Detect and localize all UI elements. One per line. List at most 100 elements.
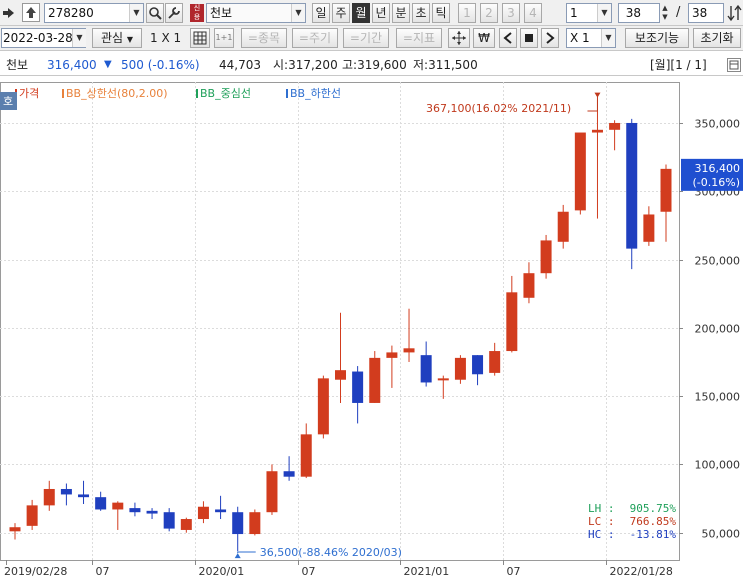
candle-body [352, 371, 364, 403]
chevron-down-icon[interactable]: ▼ [601, 29, 615, 47]
minute-button-3[interactable]: 3 [502, 3, 520, 23]
period-button-6[interactable]: 틱 [432, 3, 450, 23]
aux-functions-button[interactable]: 보조기능 [625, 28, 689, 48]
stat-hc-label: HC : [588, 528, 615, 541]
candle-body [540, 240, 552, 274]
candle-body [112, 502, 124, 510]
period-button-1[interactable]: 주 [332, 3, 350, 23]
x-tick-label: 2021/01 [404, 565, 450, 578]
candle-body [266, 471, 278, 513]
period-button-0[interactable]: 일 [312, 3, 330, 23]
period-button-2[interactable]: 월 [352, 3, 370, 23]
x-tick-label: 2019/02/28 [4, 565, 67, 578]
y-tick-label: 100,000 [695, 459, 741, 472]
candle-body [609, 122, 621, 130]
wrench-icon[interactable] [165, 3, 183, 23]
minute-button-4[interactable]: 4 [524, 3, 542, 23]
candle-body [557, 211, 569, 242]
minute-button-1[interactable]: 1 [458, 3, 476, 23]
lock-toggle-icon[interactable] [22, 3, 40, 22]
crosshair-icon[interactable] [448, 28, 470, 48]
minute-button-2[interactable]: 2 [480, 3, 498, 23]
candle-body [437, 378, 449, 381]
chevron-down-icon[interactable]: ▼ [72, 29, 86, 47]
stat-lc-label: LC : [588, 515, 615, 528]
candle-body [317, 378, 329, 435]
legend-item: 가격 [19, 87, 39, 100]
candle-body [9, 527, 21, 532]
grid-layout-icon[interactable] [190, 28, 210, 48]
scroll-right-icon[interactable] [541, 28, 559, 48]
stock-sync-button[interactable]: =종목 [241, 28, 287, 48]
candle-body [95, 497, 107, 510]
candle-body [574, 132, 586, 211]
scroll-left-icon[interactable] [499, 28, 517, 48]
x-tick-label: 07 [302, 565, 316, 578]
candle-body [420, 355, 432, 383]
secondary-toolbar: 2022-03-28 ▼ 관심 ▼ 1 X 1 1+1 =종목 =주기 =기간 … [0, 26, 743, 51]
candlestick-chart[interactable]: 50,000100,000150,000200,000250,000300,00… [0, 80, 743, 582]
chevron-down-icon[interactable]: ▼ [291, 4, 305, 22]
y-tick-label: 150,000 [695, 391, 741, 404]
candle-body [215, 509, 227, 513]
chart-settings-icon[interactable] [727, 58, 741, 72]
x-tick-label: 07 [96, 565, 110, 578]
x-tick-label: 2020/01 [199, 565, 245, 578]
current-change-label: (-0.16%) [693, 176, 741, 189]
candle-body [506, 292, 518, 352]
count-total-field: 38 [688, 3, 724, 23]
candle-body [300, 434, 312, 477]
open-price: 시:317,200 [273, 58, 338, 72]
pin-icon[interactable] [2, 4, 18, 22]
candle-body [249, 512, 261, 535]
current-price-label: 316,400 [695, 162, 741, 175]
candle-body [26, 505, 38, 526]
candle-body [643, 214, 655, 242]
period-button-3[interactable]: 년 [372, 3, 390, 23]
indicator-sync-button[interactable]: =지표 [396, 28, 442, 48]
volume: 44,703 [219, 58, 261, 72]
cycle-sync-button[interactable]: =주기 [292, 28, 338, 48]
chevron-down-icon[interactable]: ▼ [129, 4, 143, 22]
candle-body [197, 506, 209, 520]
stop-icon[interactable] [520, 28, 538, 48]
candle-body [283, 471, 295, 477]
legend-item: BB_상한선(80,2.00) [66, 87, 168, 100]
current-price: 316,400 [47, 58, 97, 72]
layout-label: 1 X 1 [150, 31, 182, 45]
min-price-annotation: 36,500(-88.46% 2020/03) [260, 546, 402, 559]
x-tick-label: 2022/01/28 [610, 565, 673, 578]
spinner-icon[interactable]: ▲ ▼ [660, 4, 670, 22]
period-sync-button[interactable]: =기간 [343, 28, 389, 48]
side-tab-label: 호 [3, 95, 13, 108]
search-icon[interactable] [146, 3, 164, 23]
candle-body [386, 352, 398, 358]
y-tick-label: 350,000 [695, 118, 741, 131]
x-tick-label: 07 [507, 565, 521, 578]
candle-body [146, 510, 158, 514]
chevron-down-icon[interactable]: ▼ [597, 4, 611, 22]
legend-marker [62, 89, 64, 98]
count-input[interactable]: 38 [618, 3, 660, 23]
legend-marker [196, 89, 198, 98]
legend-item: BB_하한선 [290, 86, 341, 100]
watch-list-button[interactable]: 관심 ▼ [92, 28, 142, 48]
stat-lh-value: 905.75% [630, 502, 677, 515]
y-tick-label: 200,000 [695, 323, 741, 336]
reset-button[interactable]: 초기화 [693, 28, 741, 48]
sort-icon[interactable] [727, 3, 743, 23]
price-chart[interactable]: 50,000 100,000 150,000 200,000 250,000 300,00… [0, 80, 743, 582]
y-tick-label: 250,000 [695, 255, 741, 268]
period-button-4[interactable]: 분 [392, 3, 410, 23]
candle-body [369, 357, 381, 403]
low-price: 저:311,500 [413, 58, 478, 72]
won-currency-icon[interactable]: ₩ [473, 28, 495, 48]
candle-body [335, 370, 346, 380]
period-button-5[interactable]: 초 [412, 3, 430, 23]
one-plus-one-icon[interactable]: 1+1 [214, 28, 234, 48]
stat-lc-value: 766.85% [630, 515, 677, 528]
candle-body [523, 273, 535, 298]
candle-body [43, 488, 55, 506]
high-price: 고:319,600 [342, 58, 407, 72]
candle-body [78, 494, 90, 498]
